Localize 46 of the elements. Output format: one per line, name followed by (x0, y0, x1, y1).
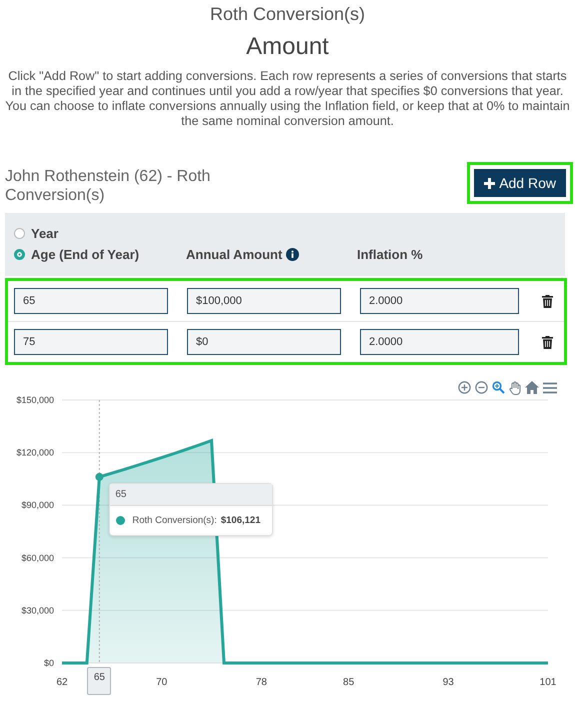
radio-button[interactable] (14, 228, 25, 239)
crosshair-label: 65 (87, 667, 112, 695)
age-input[interactable]: 75 (14, 329, 168, 355)
tooltip-title: 65 (110, 484, 272, 506)
y-axis-label: $120,000 (16, 448, 54, 458)
radio-label: Age (End of Year) (31, 247, 140, 262)
x-axis-label: 78 (256, 677, 267, 688)
x-axis-label: 93 (442, 677, 454, 688)
y-axis-label: $150,000 (16, 396, 54, 405)
hand-icon[interactable] (509, 380, 521, 394)
tooltip-series: Roth Conversion(s): (132, 515, 217, 526)
x-axis-label: 70 (156, 677, 168, 688)
amount-input[interactable]: $100,000 (187, 288, 341, 314)
radio-button[interactable] (14, 249, 25, 260)
y-axis-label: $0 (44, 658, 54, 668)
inflation-input[interactable]: 2.0000 (360, 288, 519, 314)
x-axis-label: 85 (343, 677, 354, 688)
data-point (95, 472, 104, 481)
inflation-input[interactable]: 2.0000 (360, 329, 519, 355)
add-row-button[interactable]: Add Row (474, 169, 566, 197)
radio-label: Year (31, 226, 58, 241)
menu-icon[interactable] (543, 382, 557, 394)
amount-input[interactable]: $0 (187, 329, 341, 355)
radio-option[interactable]: Year (14, 226, 186, 241)
info-icon[interactable] (286, 248, 300, 261)
plus-icon (484, 178, 496, 188)
y-axis-label: $90,000 (21, 500, 54, 510)
x-axis-label: 62 (56, 677, 68, 688)
column-header: Annual Amount (186, 247, 282, 262)
page-title: Roth Conversion(s) (208, 3, 366, 25)
age-input[interactable]: 65 (14, 288, 168, 314)
search-icon[interactable] (492, 381, 505, 394)
zoom-in-icon[interactable] (458, 381, 471, 394)
y-axis-label: $60,000 (21, 552, 54, 563)
section-title: John Rothenstein (62) - Roth Conversion(s) (5, 167, 212, 205)
description-text: Click "Add Row" to start adding conversions. Each row represents a series of conversions that starts in the specified year and continues until you add a row/year that specifies $0 conversions that year. You can choose to inflate conversions annually using the Inflation field, or keep that at 0% to maintain the same nominal conversion amount. (4, 69, 571, 129)
radio-option[interactable]: Age (End of Year) (14, 247, 186, 262)
trash-icon[interactable] (542, 294, 553, 308)
trash-icon[interactable] (542, 336, 553, 348)
home-icon[interactable] (525, 381, 539, 394)
page-subtitle: Amount (245, 33, 330, 61)
column-header: Inflation % (357, 247, 423, 262)
x-axis-label: 101 (540, 677, 556, 688)
zoom-out-icon[interactable] (475, 381, 488, 394)
y-axis-label: $30,000 (21, 605, 54, 616)
tooltip-value: $106,121 (220, 515, 260, 526)
